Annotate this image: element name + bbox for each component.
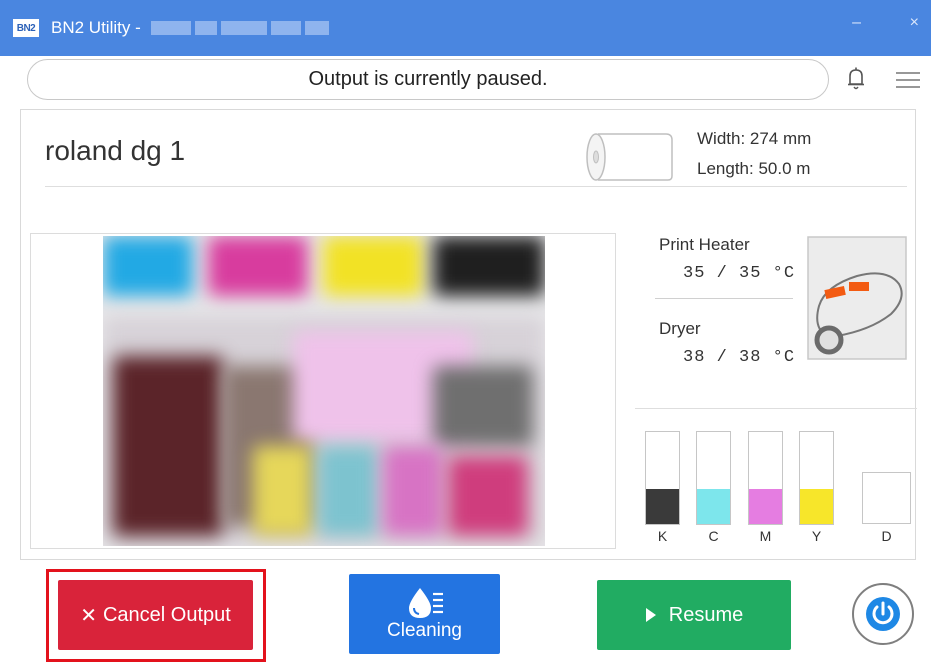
resume-button[interactable]: Resume bbox=[597, 580, 791, 650]
media-roll-icon bbox=[586, 133, 673, 181]
status-row: Output is currently paused. bbox=[0, 56, 931, 108]
power-icon bbox=[866, 597, 900, 631]
title-bar: BN2 BN2 Utility - – × bbox=[0, 0, 931, 56]
cancel-output-button[interactable]: ✕ Cancel Output bbox=[58, 580, 253, 650]
cancel-output-label: Cancel Output bbox=[102, 603, 231, 626]
dryer-value: 38 / 38 °C bbox=[683, 348, 796, 367]
printer-name: roland dg 1 bbox=[45, 135, 186, 166]
ink-c bbox=[696, 431, 731, 525]
ink-d bbox=[862, 472, 911, 524]
ink-label-k: K bbox=[657, 528, 668, 544]
print-heater-label: Print Heater bbox=[659, 235, 750, 254]
dryer-label: Dryer bbox=[659, 319, 701, 338]
close-button[interactable]: × bbox=[910, 14, 919, 32]
heater-divider bbox=[655, 298, 793, 299]
window-title: BN2 Utility - bbox=[51, 18, 141, 37]
power-button[interactable] bbox=[852, 583, 914, 645]
preview-image bbox=[103, 236, 545, 546]
ink-label-d: D bbox=[881, 528, 892, 544]
ink-label-y: Y bbox=[811, 528, 822, 544]
cleaning-button[interactable]: Cleaning bbox=[349, 574, 500, 654]
printer-panel: roland dg 1 Width: 274 mm Length: 50.0 m… bbox=[20, 109, 917, 560]
ink-m bbox=[748, 431, 783, 525]
print-heater-value: 35 / 35 °C bbox=[683, 264, 796, 283]
divider bbox=[635, 408, 917, 409]
menu-icon[interactable] bbox=[896, 71, 920, 89]
divider bbox=[45, 186, 907, 187]
app-logo: BN2 bbox=[13, 19, 39, 37]
resume-label: Resume bbox=[668, 603, 744, 626]
status-message: Output is currently paused. bbox=[27, 59, 829, 100]
close-x-icon: ✕ bbox=[80, 604, 97, 627]
ink-y bbox=[799, 431, 834, 525]
play-icon bbox=[645, 608, 656, 622]
media-width: Width: 274 mm bbox=[697, 129, 812, 148]
ink-label-m: M bbox=[759, 528, 772, 544]
media-info: Width: 274 mm Length: 50.0 m bbox=[697, 124, 811, 184]
minimize-button[interactable]: – bbox=[852, 14, 861, 32]
media-length: Length: 50.0 m bbox=[697, 159, 811, 178]
cleaning-label: Cleaning bbox=[387, 620, 462, 641]
ink-label-c: C bbox=[708, 528, 719, 544]
ink-k bbox=[645, 431, 680, 525]
cleaning-drop-icon bbox=[408, 588, 443, 618]
bell-icon[interactable] bbox=[845, 66, 867, 92]
printer-heater-illustration bbox=[807, 236, 907, 360]
redacted-title-text bbox=[150, 21, 329, 35]
print-preview bbox=[30, 233, 616, 549]
